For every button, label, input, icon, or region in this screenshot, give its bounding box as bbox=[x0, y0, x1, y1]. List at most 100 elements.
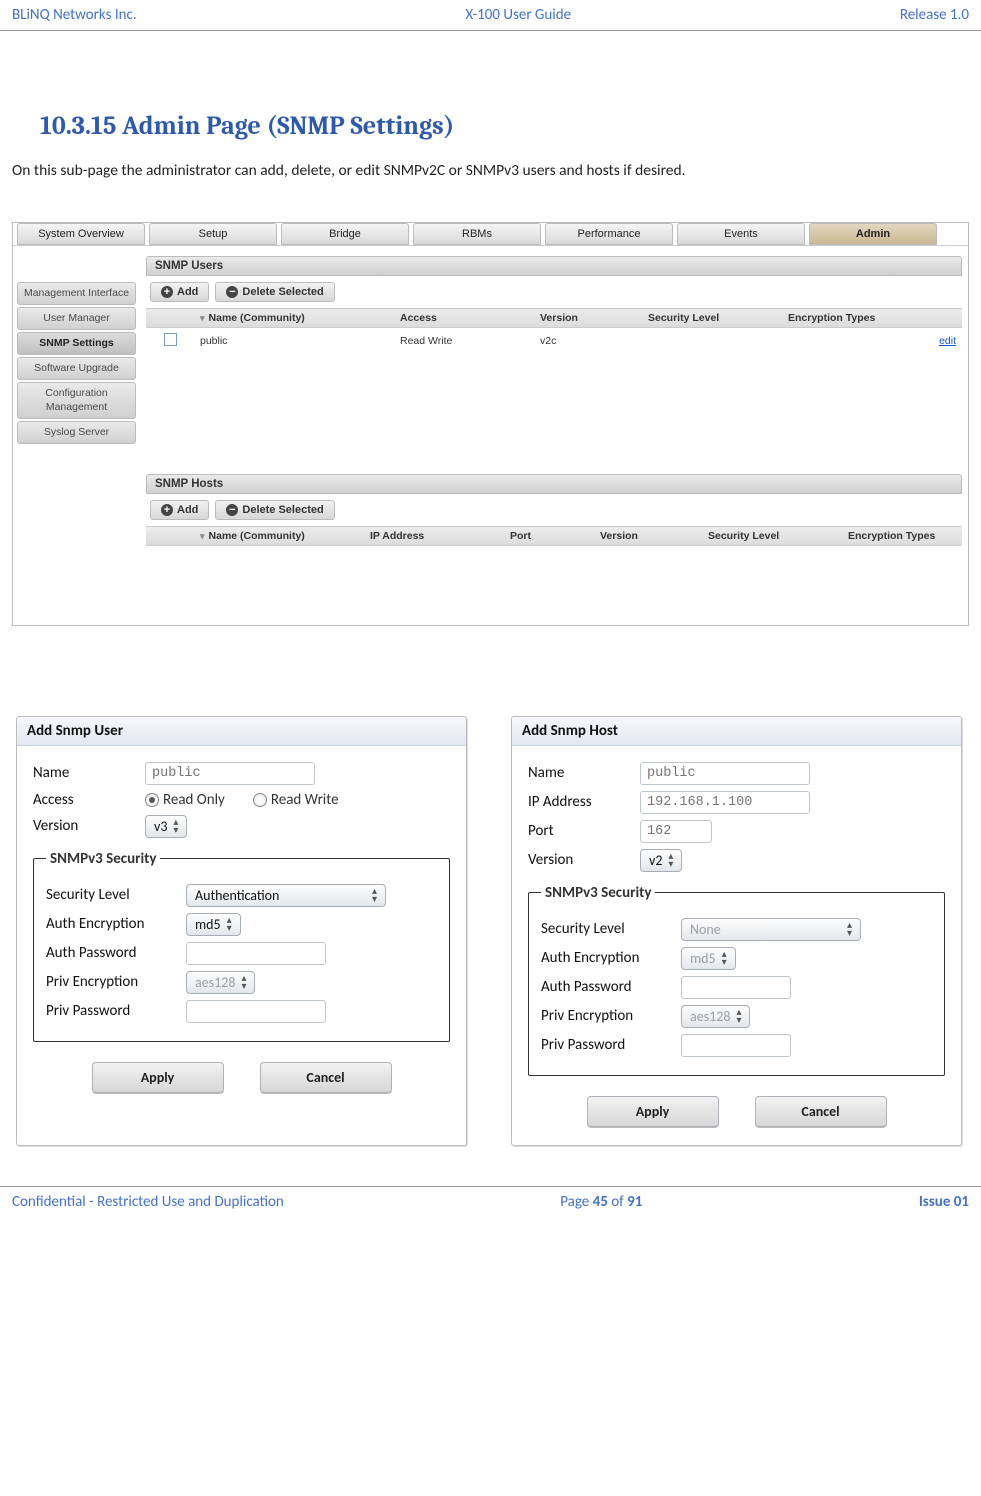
apply-button[interactable]: Apply bbox=[92, 1062, 224, 1093]
hosts-col-ip[interactable]: IP Address bbox=[364, 530, 504, 542]
priv-encryption-label: Priv Encryption bbox=[46, 973, 186, 991]
tab-performance[interactable]: Performance bbox=[545, 223, 673, 245]
sidebar-item-user-manager[interactable]: User Manager bbox=[17, 307, 136, 330]
auth-encryption-label: Auth Encryption bbox=[46, 915, 186, 933]
version-select[interactable]: v2 ▴▾ bbox=[640, 849, 682, 872]
auth-password-input[interactable] bbox=[186, 942, 326, 965]
version-value: v2 bbox=[649, 852, 662, 869]
priv-password-input[interactable] bbox=[186, 1000, 326, 1023]
hosts-table-header: Name (Community) IP Address Port Version… bbox=[146, 526, 962, 546]
version-value: v3 bbox=[154, 818, 167, 835]
snmpv3-security-fieldset: SNMPv3 Security Security Level None ▴▾ A… bbox=[528, 884, 945, 1076]
auth-encryption-select[interactable]: md5 ▴▾ bbox=[186, 913, 241, 936]
sidebar-item-management-interface[interactable]: Management Interface bbox=[17, 282, 136, 305]
hosts-col-version[interactable]: Version bbox=[594, 530, 702, 542]
access-label: Access bbox=[33, 791, 145, 809]
section-description: On this sub-page the administrator can a… bbox=[12, 161, 969, 182]
users-table-row[interactable]: public Read Write v2c edit bbox=[146, 328, 962, 354]
version-label: Version bbox=[33, 817, 145, 835]
name-input[interactable] bbox=[640, 762, 810, 785]
security-level-label: Security Level bbox=[541, 920, 681, 938]
row-edit-link[interactable]: edit bbox=[939, 335, 956, 347]
snmp-hosts-panel-title: SNMP Hosts bbox=[146, 474, 962, 494]
tab-system-overview[interactable]: System Overview bbox=[17, 223, 145, 245]
users-col-encryption[interactable]: Encryption Types bbox=[782, 312, 908, 324]
stepper-icon: ▴▾ bbox=[736, 1008, 741, 1024]
footer-left: Confidential - Restricted Use and Duplic… bbox=[12, 1193, 284, 1211]
tab-admin[interactable]: Admin bbox=[809, 223, 937, 245]
security-level-value: None bbox=[690, 921, 721, 938]
page-word: Page bbox=[560, 1193, 592, 1211]
admin-sidebar: Management Interface User Manager SNMP S… bbox=[13, 246, 140, 625]
tab-events[interactable]: Events bbox=[677, 223, 805, 245]
row-name: public bbox=[194, 335, 394, 347]
add-host-button[interactable]: + Add bbox=[150, 500, 209, 520]
section-heading: 10.3.15 Admin Page (SNMP Settings) bbox=[40, 111, 969, 141]
sidebar-item-syslog-server[interactable]: Syslog Server bbox=[17, 421, 136, 444]
sidebar-item-software-upgrade[interactable]: Software Upgrade bbox=[17, 357, 136, 380]
delete-selected-host-button[interactable]: − Delete Selected bbox=[215, 500, 334, 520]
users-col-security[interactable]: Security Level bbox=[642, 312, 782, 324]
auth-encryption-value: md5 bbox=[195, 916, 221, 933]
read-only-radio[interactable] bbox=[145, 793, 159, 807]
cancel-button[interactable]: Cancel bbox=[260, 1062, 392, 1093]
sidebar-item-configuration-management[interactable]: Configuration Management bbox=[17, 382, 136, 418]
priv-password-label: Priv Password bbox=[541, 1036, 681, 1054]
tab-setup[interactable]: Setup bbox=[149, 223, 277, 245]
add-user-label: Add bbox=[177, 286, 198, 298]
stepper-icon: ▴▾ bbox=[847, 921, 852, 937]
tab-bridge[interactable]: Bridge bbox=[281, 223, 409, 245]
of-word: of bbox=[608, 1193, 627, 1211]
hosts-col-port[interactable]: Port bbox=[504, 530, 594, 542]
section-number: 10.3.15 bbox=[40, 111, 116, 141]
add-snmp-user-dialog: Add Snmp User Name Access Read Only Read… bbox=[16, 716, 467, 1146]
stepper-icon: ▴▾ bbox=[241, 974, 246, 990]
auth-password-input[interactable] bbox=[681, 976, 791, 999]
security-level-label: Security Level bbox=[46, 886, 186, 904]
version-select[interactable]: v3 ▴▾ bbox=[145, 815, 187, 838]
plus-icon: + bbox=[161, 286, 173, 298]
add-user-button[interactable]: + Add bbox=[150, 282, 209, 302]
footer-right: Issue 01 bbox=[919, 1193, 969, 1211]
users-table-header: Name (Community) Access Version Security… bbox=[146, 308, 962, 328]
priv-encryption-select[interactable]: aes128 ▴▾ bbox=[681, 1005, 750, 1028]
delete-user-label: Delete Selected bbox=[242, 286, 323, 298]
users-col-name[interactable]: Name (Community) bbox=[194, 312, 394, 324]
stepper-icon: ▴▾ bbox=[722, 950, 727, 966]
version-label: Version bbox=[528, 851, 640, 869]
name-label: Name bbox=[528, 764, 640, 782]
ip-address-input[interactable] bbox=[640, 791, 810, 814]
auth-encryption-select[interactable]: md5 ▴▾ bbox=[681, 947, 736, 970]
security-level-value: Authentication bbox=[195, 887, 279, 904]
doc-header-right: Release 1.0 bbox=[900, 6, 969, 24]
row-checkbox[interactable] bbox=[164, 333, 177, 346]
security-level-select[interactable]: Authentication ▴▾ bbox=[186, 884, 386, 907]
security-level-select[interactable]: None ▴▾ bbox=[681, 918, 861, 941]
port-input[interactable] bbox=[640, 820, 712, 843]
auth-encryption-value: md5 bbox=[690, 950, 716, 967]
admin-screenshot: System Overview Setup Bridge RBMs Perfor… bbox=[12, 222, 969, 626]
priv-encryption-label: Priv Encryption bbox=[541, 1007, 681, 1025]
auth-password-label: Auth Password bbox=[46, 944, 186, 962]
auth-encryption-label: Auth Encryption bbox=[541, 949, 681, 967]
users-col-version[interactable]: Version bbox=[534, 312, 642, 324]
hosts-col-security[interactable]: Security Level bbox=[702, 530, 842, 542]
delete-selected-user-button[interactable]: − Delete Selected bbox=[215, 282, 334, 302]
priv-encryption-select[interactable]: aes128 ▴▾ bbox=[186, 971, 255, 994]
sidebar-item-snmp-settings[interactable]: SNMP Settings bbox=[17, 332, 136, 355]
dialog-title: Add Snmp User bbox=[17, 717, 466, 746]
stepper-icon: ▴▾ bbox=[173, 818, 178, 834]
hosts-col-name[interactable]: Name (Community) bbox=[194, 530, 364, 542]
priv-password-input[interactable] bbox=[681, 1034, 791, 1057]
read-write-radio[interactable] bbox=[253, 793, 267, 807]
name-input[interactable] bbox=[145, 762, 315, 785]
auth-password-label: Auth Password bbox=[541, 978, 681, 996]
users-col-access[interactable]: Access bbox=[394, 312, 534, 324]
priv-encryption-value: aes128 bbox=[690, 1008, 730, 1025]
name-label: Name bbox=[33, 764, 145, 782]
apply-button[interactable]: Apply bbox=[587, 1096, 719, 1127]
tab-rbms[interactable]: RBMs bbox=[413, 223, 541, 245]
cancel-button[interactable]: Cancel bbox=[755, 1096, 887, 1127]
hosts-col-encryption[interactable]: Encryption Types bbox=[842, 530, 962, 542]
plus-icon: + bbox=[161, 504, 173, 516]
